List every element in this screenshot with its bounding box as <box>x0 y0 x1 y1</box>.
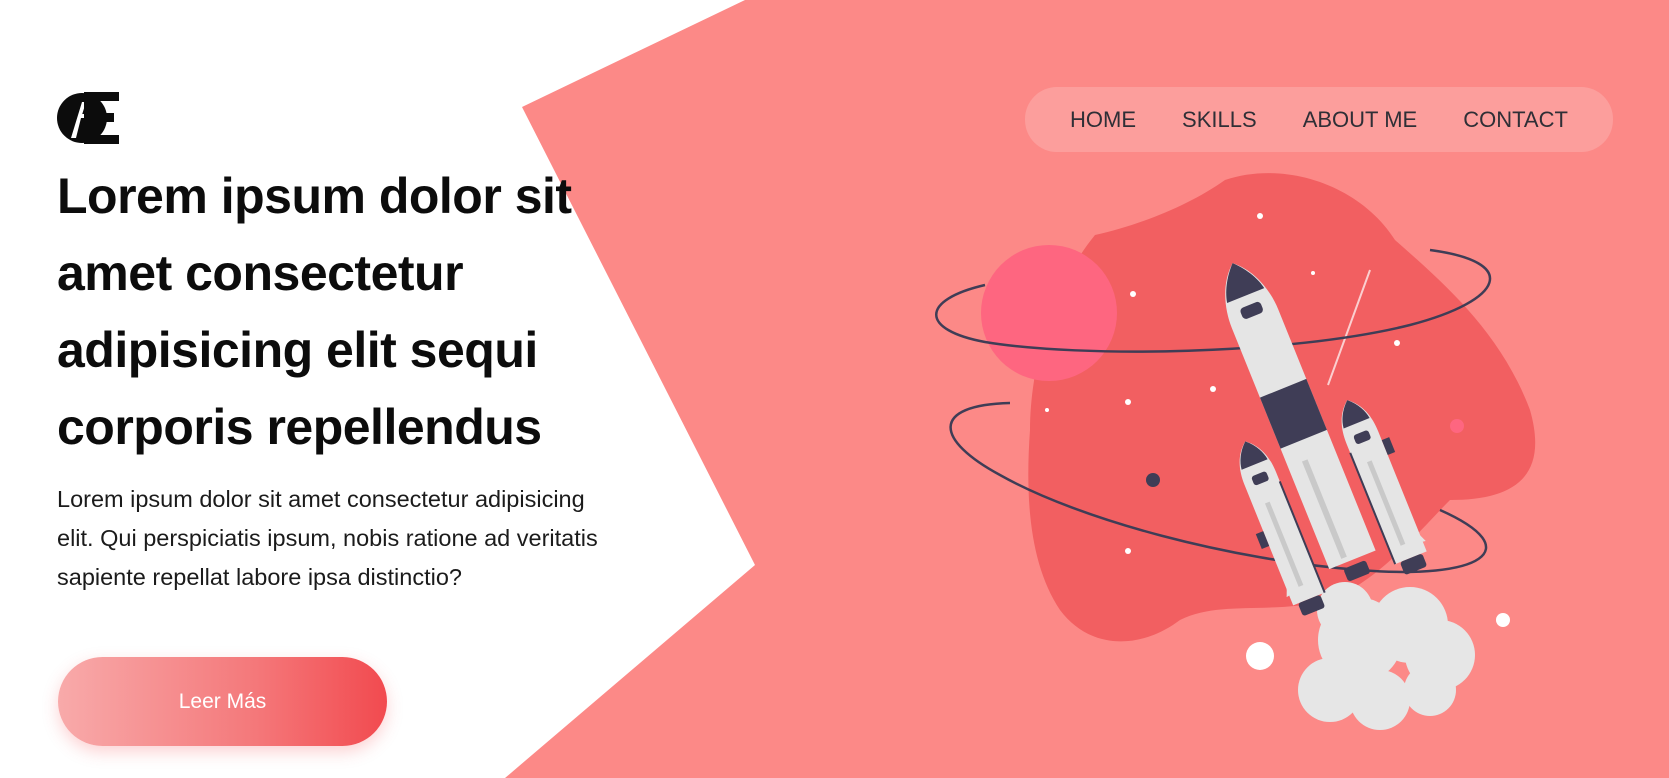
smoke <box>1298 582 1475 730</box>
hero-description-line: Lorem ipsum dolor sit amet consectetur a… <box>57 486 585 512</box>
nav-item-skills[interactable]: SKILLS <box>1182 107 1257 133</box>
hero-title-line: corporis repellendus <box>57 399 542 455</box>
main-nav: HOME SKILLS ABOUT ME CONTACT <box>1025 87 1613 152</box>
nav-item-contact[interactable]: CONTACT <box>1463 107 1568 133</box>
nav-item-about-me[interactable]: ABOUT ME <box>1303 107 1418 133</box>
nav-item-home[interactable]: HOME <box>1070 107 1136 133</box>
ae-monogram-icon <box>57 92 119 144</box>
hero-title-line: Lorem ipsum dolor sit <box>57 168 572 224</box>
hero-description-line: sapiente repellat labore ipsa distinctio… <box>57 564 462 590</box>
hero-description: Lorem ipsum dolor sit amet consectetur a… <box>57 480 677 597</box>
hero-title-line: amet consectetur <box>57 245 464 301</box>
read-more-button[interactable]: Leer Más <box>58 657 387 746</box>
hero-description-line: elit. Qui perspiciatis ipsum, nobis rati… <box>57 525 598 551</box>
hero-title-line: adipisicing elit sequi <box>57 322 538 378</box>
planet-shape <box>981 245 1117 381</box>
landing-page: Lorem ipsum dolor sit amet consectetur a… <box>0 0 1669 778</box>
hero-title: Lorem ipsum dolor sit amet consectetur a… <box>57 158 657 466</box>
rocket-launch-illustration <box>935 173 1536 730</box>
